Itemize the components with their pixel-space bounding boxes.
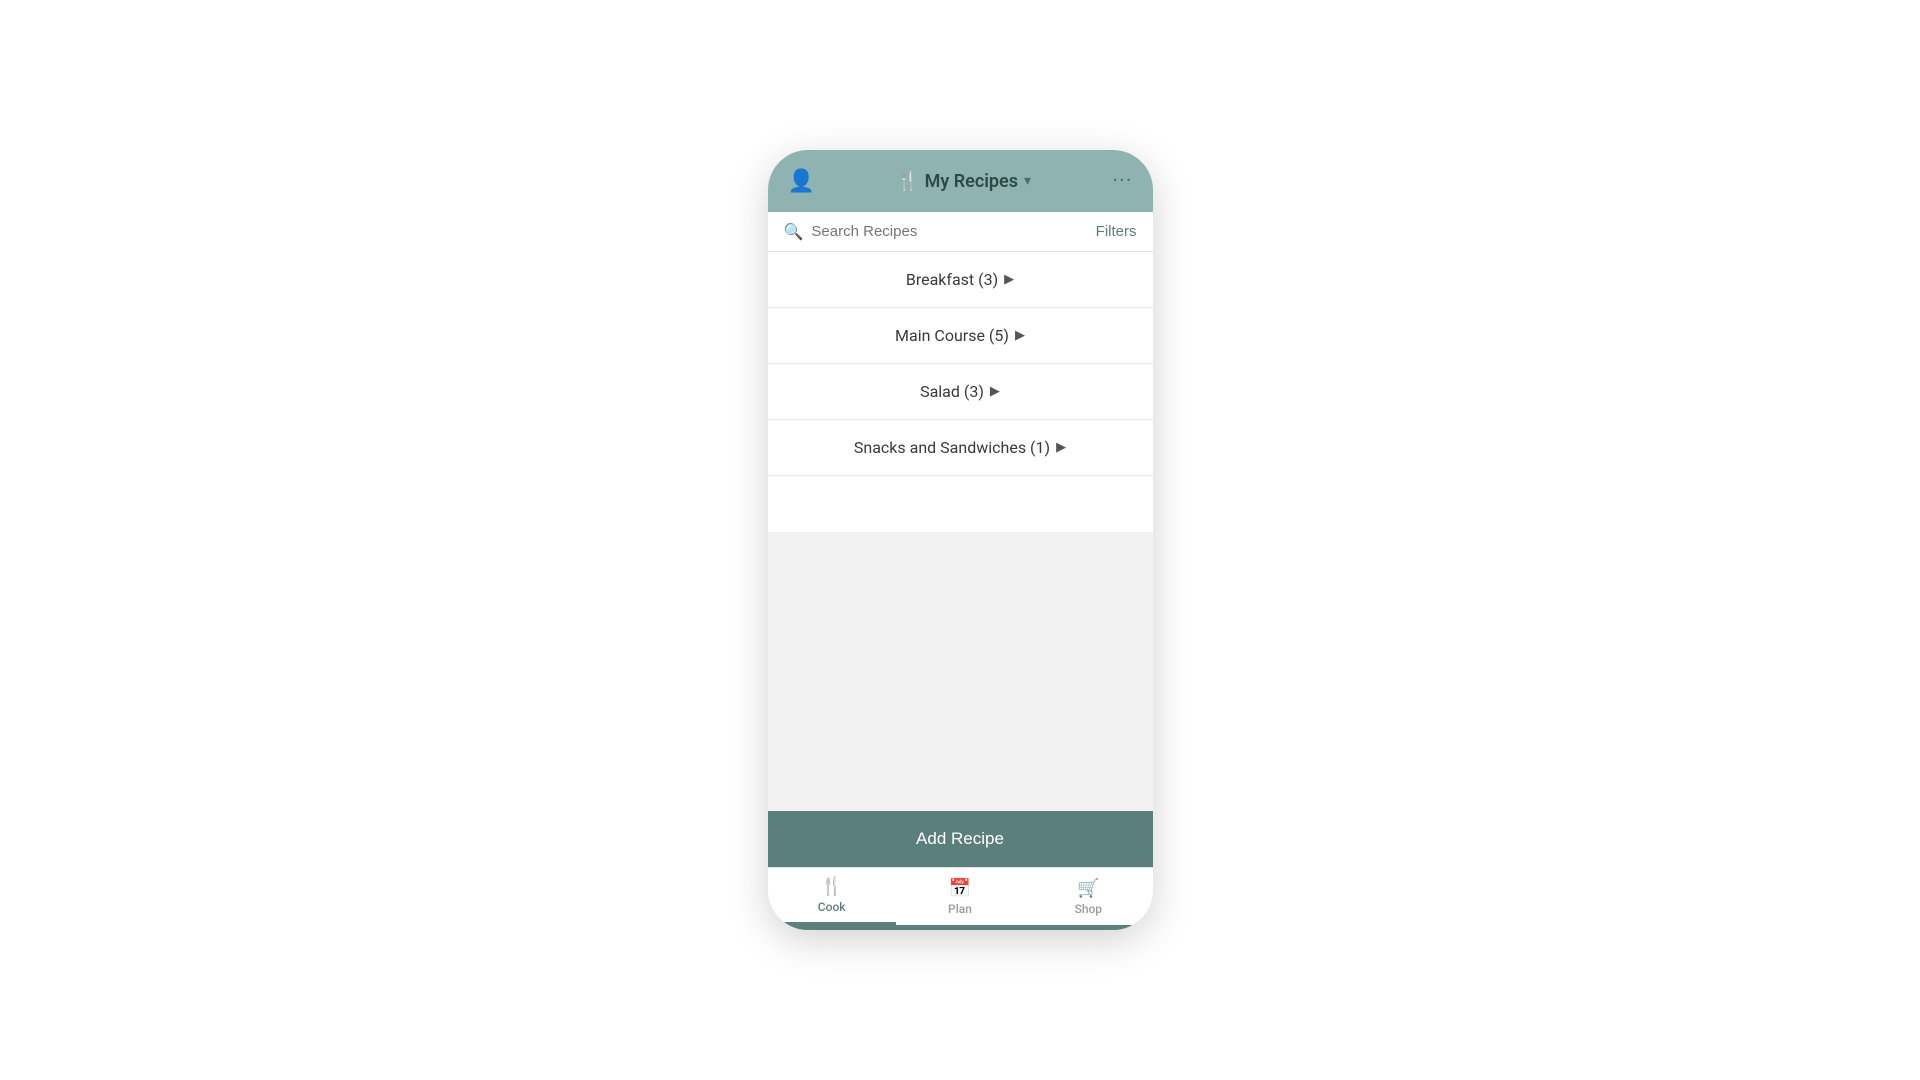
chevron-right-icon-salad: ▶ — [990, 384, 1000, 399]
tab-plan-label: Plan — [948, 902, 972, 916]
category-label-snacks: Snacks and Sandwiches (1) — [854, 438, 1050, 457]
empty-content-area — [768, 532, 1153, 812]
page-title: My Recipes — [925, 171, 1018, 192]
chevron-right-icon-main-course: ▶ — [1015, 328, 1025, 343]
search-icon: 🔍 — [784, 222, 804, 241]
tab-cook[interactable]: 🍴 Cook — [768, 868, 896, 925]
header: 👤 🍴 My Recipes ▾ ··· — [768, 150, 1153, 212]
plan-icon: 📅 — [949, 878, 971, 899]
search-bar: 🔍 Filters — [768, 212, 1153, 252]
chevron-right-icon-snacks: ▶ — [1056, 440, 1066, 455]
phone-container: 👤 🍴 My Recipes ▾ ··· 🔍 Filters Breakfast… — [768, 150, 1153, 930]
category-item-breakfast[interactable]: Breakfast (3) ▶ — [768, 252, 1153, 308]
category-label-salad: Salad (3) — [920, 382, 984, 401]
tab-cook-label: Cook — [818, 900, 846, 914]
chevron-down-icon[interactable]: ▾ — [1024, 173, 1031, 189]
category-label-main-course: Main Course (5) — [895, 326, 1009, 345]
tab-bar: 🍴 Cook 📅 Plan 🛒 Shop — [768, 867, 1153, 925]
cook-icon: 🍴 — [820, 876, 842, 897]
category-item-salad[interactable]: Salad (3) ▶ — [768, 364, 1153, 420]
tab-plan[interactable]: 📅 Plan — [896, 868, 1024, 925]
fork-icon: 🍴 — [896, 171, 918, 192]
tab-shop[interactable]: 🛒 Shop — [1024, 868, 1152, 925]
category-label-breakfast: Breakfast (3) — [906, 270, 998, 289]
user-icon[interactable]: 👤 — [788, 169, 815, 194]
tab-shop-label: Shop — [1075, 902, 1103, 916]
bottom-bar-indicator — [768, 925, 1153, 930]
search-input[interactable] — [811, 223, 1095, 240]
more-options-button[interactable]: ··· — [1112, 169, 1132, 194]
add-recipe-button[interactable]: Add Recipe — [768, 811, 1153, 867]
filters-button[interactable]: Filters — [1096, 223, 1137, 240]
shop-icon: 🛒 — [1077, 878, 1099, 899]
category-list: Breakfast (3) ▶ Main Course (5) ▶ Salad … — [768, 252, 1153, 532]
header-title-area: 🍴 My Recipes ▾ — [896, 171, 1031, 192]
category-item-snacks[interactable]: Snacks and Sandwiches (1) ▶ — [768, 420, 1153, 476]
category-item-main-course[interactable]: Main Course (5) ▶ — [768, 308, 1153, 364]
chevron-right-icon-breakfast: ▶ — [1004, 272, 1014, 287]
